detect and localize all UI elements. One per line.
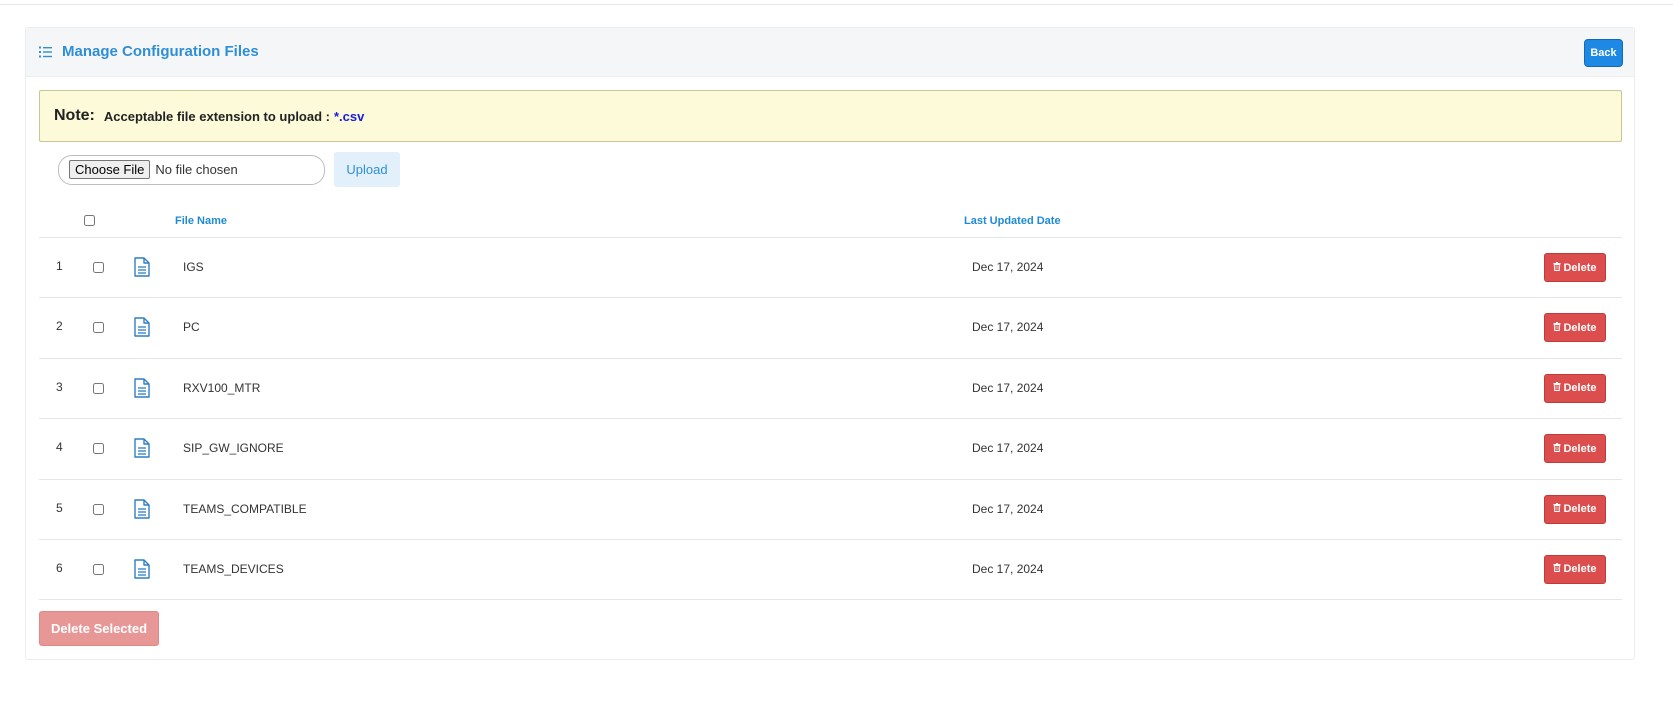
last-updated-date: Dec 17, 2024: [972, 561, 1044, 576]
trash-icon: [1553, 261, 1561, 271]
note-extension: *.csv: [333, 108, 365, 124]
delete-label: Delete: [1563, 382, 1597, 395]
delete-selected-button[interactable]: Delete Selected: [39, 611, 159, 646]
page-title-text: Manage Configuration Files: [62, 43, 259, 60]
list-icon: [39, 46, 52, 57]
trash-icon: [1553, 442, 1561, 452]
last-updated-date: Dec 17, 2024: [972, 320, 1044, 335]
delete-label: Delete: [1563, 442, 1597, 455]
last-updated-date: Dec 17, 2024: [972, 501, 1044, 516]
card-header: Manage Configuration Files Back: [26, 28, 1634, 77]
delete-label: Delete: [1563, 563, 1597, 576]
table-row: 2 PC Dec 17, 2024 Delete: [39, 298, 1622, 359]
table-row: 3 RXV100_MTR Dec 17, 2024 Delete: [39, 359, 1622, 420]
upload-button[interactable]: Upload: [334, 152, 400, 187]
trash-icon: [1553, 563, 1561, 573]
page-title: Manage Configuration Files: [39, 43, 259, 60]
file-icon-cell: [134, 498, 150, 524]
row-checkbox[interactable]: [93, 503, 104, 515]
last-updated-date: Dec 17, 2024: [972, 441, 1044, 456]
delete-button[interactable]: Delete: [1544, 494, 1606, 524]
row-number: 6: [56, 560, 63, 575]
delete-button[interactable]: Delete: [1544, 554, 1606, 584]
table-header: File Name Last Updated Date: [39, 206, 1622, 238]
file-name: IGS: [183, 260, 204, 274]
row-number: 1: [56, 259, 63, 273]
file-status: No file chosen: [155, 162, 238, 177]
delete-label: Delete: [1563, 261, 1597, 274]
upload-row: Choose File No file chosen Upload: [58, 152, 400, 187]
table-row: 4 SIP_GW_IGNORE Dec 17, 2024 Delete: [39, 419, 1622, 480]
file-name: TEAMS_DEVICES: [183, 561, 284, 576]
row-number: 5: [56, 500, 63, 515]
file-icon-cell: [134, 559, 150, 584]
row-number: 3: [56, 379, 63, 394]
file-icon: [134, 438, 150, 458]
files-table: File Name Last Updated Date 1 IGS Dec 17, …: [39, 206, 1622, 601]
file-icon: [134, 498, 150, 519]
file-icon: [134, 317, 150, 338]
delete-label: Delete: [1563, 321, 1597, 334]
trash-icon: [1553, 321, 1561, 331]
file-icon: [134, 378, 150, 398]
row-number: 4: [56, 440, 63, 455]
trash-icon: [1553, 382, 1561, 392]
last-updated-date: Dec 17, 2024: [972, 380, 1044, 395]
delete-button[interactable]: Delete: [1544, 253, 1606, 282]
row-number: 2: [56, 319, 63, 334]
note-text: Acceptable file extension to upload :: [103, 108, 330, 124]
delete-button[interactable]: Delete: [1544, 434, 1606, 464]
note-label: Note:: [54, 107, 95, 124]
file-input[interactable]: Choose File No file chosen: [58, 154, 325, 185]
table-row: 1 IGS Dec 17, 2024 Delete: [39, 238, 1622, 299]
file-icon-cell: [134, 257, 150, 282]
delete-button[interactable]: Delete: [1544, 313, 1606, 343]
file-name: PC: [183, 320, 200, 335]
config-files-card: Manage Configuration Files Back Note: Ac…: [25, 27, 1635, 660]
row-checkbox[interactable]: [93, 262, 104, 273]
last-updated-date: Dec 17, 2024: [972, 260, 1044, 274]
row-checkbox[interactable]: [93, 563, 104, 575]
delete-button[interactable]: Delete: [1544, 373, 1606, 403]
row-checkbox[interactable]: [93, 443, 104, 455]
delete-label: Delete: [1563, 503, 1597, 516]
file-icon: [134, 559, 150, 579]
column-file-name[interactable]: File Name: [175, 215, 227, 227]
file-name: TEAMS_COMPATIBLE: [183, 501, 307, 516]
table-row: 5 TEAMS_COMPATIBLE Dec 17, 2024 Delete: [39, 480, 1622, 540]
file-icon-cell: [134, 317, 150, 342]
file-name: RXV100_MTR: [183, 380, 261, 395]
file-icon-cell: [134, 378, 150, 403]
file-icon: [134, 257, 150, 277]
file-icon-cell: [134, 438, 150, 463]
table-row: 6 TEAMS_DEVICES Dec 17, 2024 Delete: [39, 540, 1622, 601]
top-divider: [0, 0, 1673, 5]
column-last-updated[interactable]: Last Updated Date: [964, 215, 1061, 227]
back-button[interactable]: Back: [1584, 39, 1623, 67]
row-checkbox[interactable]: [93, 382, 104, 394]
file-name: SIP_GW_IGNORE: [183, 441, 284, 456]
table-body: 1 IGS Dec 17, 2024 Delete 2 PC Dec 17, 2024 Del…: [39, 238, 1622, 601]
trash-icon: [1553, 503, 1561, 513]
note-banner: Note: Acceptable file extension to uploa…: [39, 90, 1622, 142]
row-checkbox[interactable]: [93, 322, 104, 334]
choose-file-button[interactable]: Choose File: [69, 160, 151, 179]
select-all-checkbox[interactable]: [84, 215, 95, 226]
